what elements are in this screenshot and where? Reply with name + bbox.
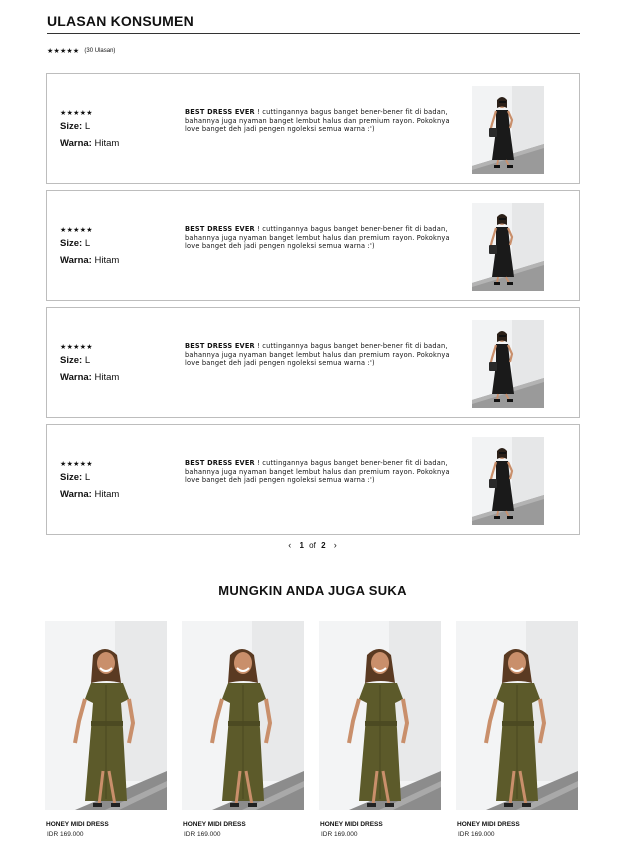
color-value: Hitam <box>94 372 120 383</box>
color-label: Warna: <box>60 372 92 383</box>
chevron-left-icon[interactable]: ‹ <box>288 540 291 550</box>
current-page: 1 <box>299 541 304 550</box>
rating-stars: ★★★★★ <box>47 48 80 55</box>
review-card: ★★★★★ Size: L Warna: Hitam BEST DRESS EV… <box>46 73 580 184</box>
product-price: IDR 169.000 <box>321 831 358 838</box>
review-stars: ★★★★★ <box>60 227 93 234</box>
review-text: BEST DRESS EVER ! cuttingannya bagus ban… <box>185 342 465 368</box>
size-label: Size: <box>60 355 83 366</box>
review-list: ★★★★★ Size: L Warna: Hitam BEST DRESS EV… <box>46 73 580 541</box>
review-size: Size: L <box>60 355 90 366</box>
size-label: Size: <box>60 238 83 249</box>
review-stars: ★★★★★ <box>60 461 93 468</box>
product-name[interactable]: HONEY MIDI DRESS <box>320 821 441 828</box>
review-text: BEST DRESS EVER ! cuttingannya bagus ban… <box>185 459 465 485</box>
review-headline: BEST DRESS EVER <box>185 459 255 467</box>
size-value: L <box>84 472 91 483</box>
review-count: (30 Ulasan) <box>84 48 116 54</box>
color-value: Hitam <box>94 255 120 266</box>
product-price: IDR 169.000 <box>184 831 221 838</box>
review-photo[interactable] <box>472 320 544 408</box>
color-label: Warna: <box>60 489 92 500</box>
review-card: ★★★★★ Size: L Warna: Hitam BEST DRESS EV… <box>46 424 580 535</box>
color-label: Warna: <box>60 138 92 149</box>
review-photo[interactable] <box>472 203 544 291</box>
product-grid: HONEY MIDI DRESS IDR 169.000 HONEY MIDI … <box>45 621 578 838</box>
color-value: Hitam <box>94 489 120 500</box>
review-card: ★★★★★ Size: L Warna: Hitam BEST DRESS EV… <box>46 190 580 301</box>
review-card: ★★★★★ Size: L Warna: Hitam BEST DRESS EV… <box>46 307 580 418</box>
review-size: Size: L <box>60 472 90 483</box>
review-headline: BEST DRESS EVER <box>185 108 255 116</box>
total-pages: 2 <box>321 541 326 550</box>
review-text: BEST DRESS EVER ! cuttingannya bagus ban… <box>185 108 465 134</box>
size-label: Size: <box>60 121 83 132</box>
review-size: Size: L <box>60 121 90 132</box>
review-stars: ★★★★★ <box>60 344 93 351</box>
review-stars: ★★★★★ <box>60 110 93 117</box>
product-photo[interactable] <box>182 621 304 810</box>
review-color: Warna: Hitam <box>60 138 119 149</box>
review-color: Warna: Hitam <box>60 372 119 383</box>
product-name[interactable]: HONEY MIDI DRESS <box>46 821 167 828</box>
product-card[interactable]: HONEY MIDI DRESS IDR 169.000 <box>456 621 578 838</box>
size-label: Size: <box>60 472 83 483</box>
product-photo[interactable] <box>319 621 441 810</box>
page-of: of <box>309 541 316 550</box>
size-value: L <box>84 355 91 366</box>
product-photo[interactable] <box>456 621 578 810</box>
review-photo[interactable] <box>472 437 544 525</box>
chevron-right-icon[interactable]: › <box>334 540 337 550</box>
review-photo[interactable] <box>472 86 544 174</box>
title-divider <box>47 33 580 34</box>
product-price: IDR 169.000 <box>47 831 84 838</box>
pagination: ‹ 1 of 2 › <box>0 540 625 550</box>
product-photo[interactable] <box>45 621 167 810</box>
color-value: Hitam <box>94 138 120 149</box>
product-name[interactable]: HONEY MIDI DRESS <box>457 821 578 828</box>
review-size: Size: L <box>60 238 90 249</box>
review-color: Warna: Hitam <box>60 489 119 500</box>
size-value: L <box>84 121 91 132</box>
size-value: L <box>84 238 91 249</box>
review-color: Warna: Hitam <box>60 255 119 266</box>
color-label: Warna: <box>60 255 92 266</box>
product-card[interactable]: HONEY MIDI DRESS IDR 169.000 <box>319 621 441 838</box>
product-price: IDR 169.000 <box>458 831 495 838</box>
page-title: ULASAN KONSUMEN <box>47 13 194 29</box>
product-card[interactable]: HONEY MIDI DRESS IDR 169.000 <box>45 621 167 838</box>
review-headline: BEST DRESS EVER <box>185 225 255 233</box>
page-indicator: 1 of 2 <box>299 541 325 550</box>
product-card[interactable]: HONEY MIDI DRESS IDR 169.000 <box>182 621 304 838</box>
rating-summary: ★★★★★ (30 Ulasan) <box>47 47 115 55</box>
review-text: BEST DRESS EVER ! cuttingannya bagus ban… <box>185 225 465 251</box>
product-name[interactable]: HONEY MIDI DRESS <box>183 821 304 828</box>
suggestions-title: MUNGKIN ANDA JUGA SUKA <box>218 583 407 598</box>
review-headline: BEST DRESS EVER <box>185 342 255 350</box>
